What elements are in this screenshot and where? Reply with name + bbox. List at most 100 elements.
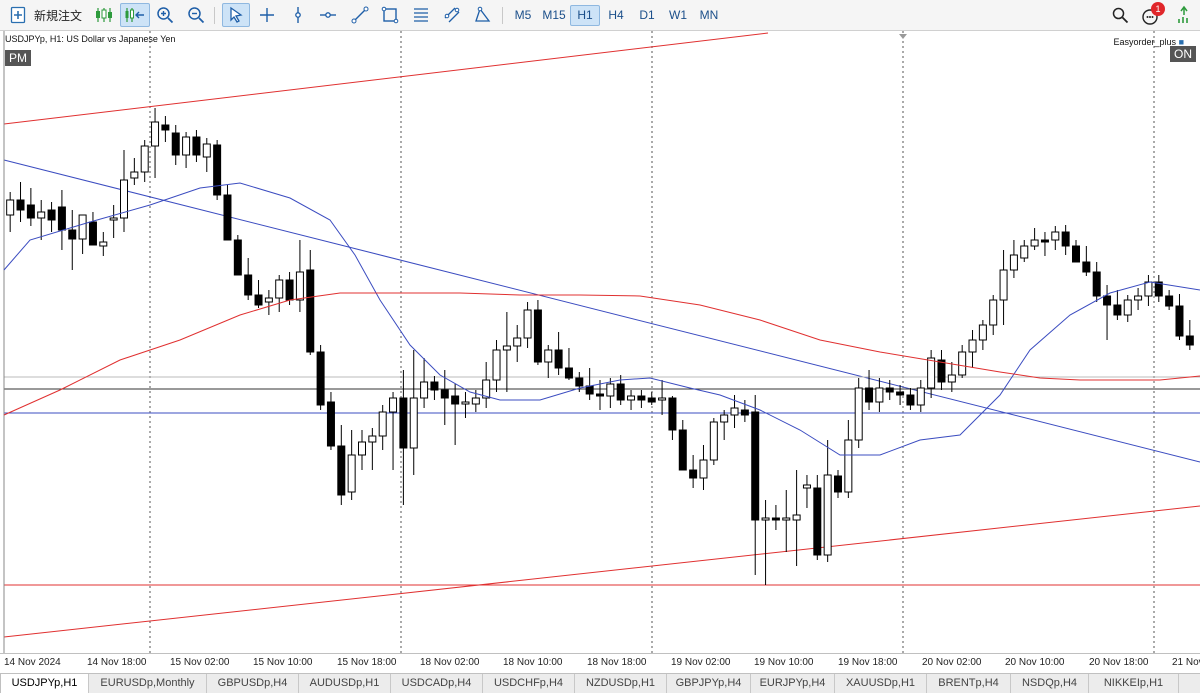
candle-body [999,269,1008,301]
candle [1165,290,1174,310]
candle-body [78,214,87,240]
candle-body [875,387,884,403]
timeframe-h4[interactable]: H4 [601,5,631,26]
candle [316,345,325,410]
candle-body [699,459,708,479]
candle [6,192,15,232]
candle [88,212,97,246]
candle-body [533,309,542,363]
trendline-icon [351,6,369,24]
candle [120,150,128,232]
tab-eurjpyp-h4[interactable]: EURJPYp,H4 [751,674,835,693]
candle [968,330,977,368]
channel-button[interactable] [440,3,464,27]
time-label: 21 Nov [1172,657,1200,668]
candle [834,470,842,498]
candle-body [1040,239,1049,243]
candle-body [202,143,211,158]
candle [109,205,118,238]
candle [1009,240,1018,278]
candle [844,420,853,498]
tab-usdchfp-h4[interactable]: USDCHFp,H4 [483,674,575,693]
crosshair-button[interactable] [255,3,279,27]
candle [244,258,253,300]
price-chart[interactable] [0,31,1200,653]
candle [978,320,987,350]
candle-body [720,414,729,423]
tab-usdjpyp-h1[interactable]: USDJPYp,H1 [0,674,89,693]
lower-channel-line [3,505,1200,638]
search-button[interactable] [1108,3,1132,27]
candle [1082,246,1091,276]
tab-xauusdp-h1[interactable]: XAUUSDp,H1 [835,674,927,693]
candle-body [927,357,936,389]
candle [761,500,770,585]
timeframe-w1[interactable]: W1 [663,5,693,26]
tab-nsdqp-h4[interactable]: NSDQp,H4 [1011,674,1089,693]
timeframe-d1[interactable]: D1 [632,5,662,26]
candle [16,182,25,222]
candle-body [554,349,563,369]
trendline-button[interactable] [348,3,372,27]
ea-status-badge[interactable]: ON [1170,46,1196,62]
candle-body [834,475,842,493]
timeframe-mn[interactable]: MN [694,5,724,26]
new-order-label: 新規注文 [34,8,83,23]
tab-nikkeip-h1[interactable]: NIKKEIp,H1 [1089,674,1179,693]
triangle-button[interactable] [470,3,494,27]
tab-audusdp-h1[interactable]: AUDUSDp,H1 [299,674,391,693]
rectangle-button[interactable] [378,3,402,27]
candle-body [16,199,25,211]
horizontal-line-icon [319,6,337,24]
candle-body [389,397,398,413]
signal-icon [1175,5,1193,25]
candle [792,470,801,566]
tab-gbpusdp-h4[interactable]: GBPUSDp,H4 [207,674,299,693]
algo-trading-button[interactable] [92,3,116,27]
candle-body [709,421,718,461]
timeframe-m5[interactable]: M5 [508,5,538,26]
signal-button[interactable] [1172,3,1196,27]
time-label: 18 Nov 02:00 [420,657,480,668]
candle [854,378,863,448]
one-click-trading-button[interactable] [120,3,150,27]
candle [637,390,646,408]
candle-body [316,351,325,406]
candle [223,185,232,241]
candle [57,190,66,250]
candle [999,250,1008,325]
candle-body [1175,305,1184,337]
search-icon [1111,6,1129,24]
timeframe-m15[interactable]: M15 [539,5,569,26]
candle [533,300,542,365]
separator-marker [899,34,907,39]
tab-brentp-h4[interactable]: BRENTp,H4 [927,674,1011,693]
candle [771,505,780,530]
timeframe-h1[interactable]: H1 [570,5,600,26]
tab-gbpjpyp-h4[interactable]: GBPJPYp,H4 [667,674,751,693]
time-label: 15 Nov 02:00 [170,657,230,668]
toolbar-separator [214,7,215,24]
cursor-button[interactable] [222,3,250,27]
zoom-in-button[interactable] [153,3,177,27]
candle-body [1009,254,1018,271]
ea-name: Easyorder_plus [1113,37,1177,47]
fibonacci-button[interactable] [409,3,433,27]
candle-body [689,469,698,479]
notification-button[interactable]: 1 [1138,2,1165,27]
candle-body [171,132,180,156]
horizontal-line-button[interactable] [316,3,340,27]
toolbar-separator [502,7,503,24]
candle-body [916,387,925,406]
candle-body [1185,335,1194,346]
new-order-button[interactable]: 新規注文 [10,3,100,27]
candle-body [658,397,667,401]
tab-eurusdp-monthly[interactable]: EURUSDp,Monthly [89,674,207,693]
zoom-out-button[interactable] [184,3,208,27]
candle [182,132,191,168]
candle [1072,240,1080,263]
tab-nzdusdp-h1[interactable]: NZDUSDp,H1 [575,674,667,693]
tab-usdcadp-h4[interactable]: USDCADp,H4 [391,674,483,693]
candle [523,302,532,348]
vertical-line-button[interactable] [286,3,310,27]
